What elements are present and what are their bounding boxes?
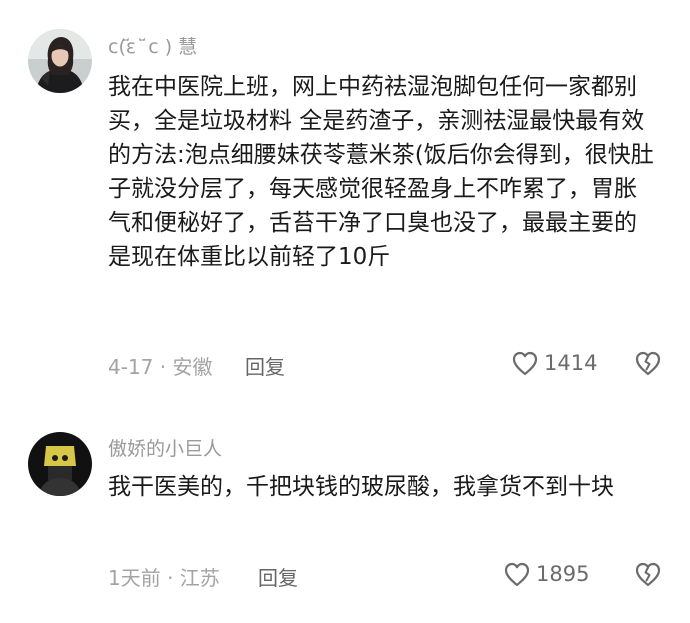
like-button[interactable]: 1414 — [511, 348, 597, 378]
broken-heart-icon — [634, 560, 662, 588]
reply-button[interactable]: 回复 — [258, 562, 298, 591]
comment-text: 我在中医院上班，网上中药祛湿泡脚包任何一家都别买，全是垃圾材料 全是药渣子，亲测… — [108, 74, 654, 270]
broken-heart-icon — [634, 349, 662, 377]
username[interactable]: c(꙼̈ε ꙼̈ c ) 慧 — [108, 32, 197, 59]
heart-outline-icon — [503, 561, 531, 587]
dislike-button[interactable] — [634, 349, 662, 377]
comment-actions: 1天前 · 江苏 回复 1895 — [108, 558, 666, 592]
comment-item: 傲娇的小巨人 我干医美的，千把块钱的玻尿酸，我拿货不到十块 1天前 · 江苏 回… — [0, 412, 690, 623]
like-count: 1414 — [544, 351, 598, 375]
comment-item: c(꙼̈ε ꙼̈ c ) 慧 我在中医院上班，网上中药祛湿泡脚包任何一家都别买，… — [0, 0, 690, 400]
comment-text: 我干医美的，千把块钱的玻尿酸，我拿货不到十块 — [108, 474, 614, 500]
avatar[interactable] — [28, 29, 92, 93]
username[interactable]: 傲娇的小巨人 — [108, 434, 222, 461]
reply-button[interactable]: 回复 — [245, 351, 285, 380]
dislike-button[interactable] — [634, 560, 662, 588]
heart-outline-icon — [511, 350, 539, 376]
like-count: 1895 — [536, 562, 590, 586]
comment-actions: 4-17 · 安徽 回复 1414 — [108, 347, 666, 381]
avatar[interactable] — [28, 432, 92, 496]
like-button[interactable]: 1895 — [503, 559, 589, 589]
comment-meta: 4-17 · 安徽 — [108, 355, 213, 379]
comment-meta: 1天前 · 江苏 — [108, 566, 220, 590]
